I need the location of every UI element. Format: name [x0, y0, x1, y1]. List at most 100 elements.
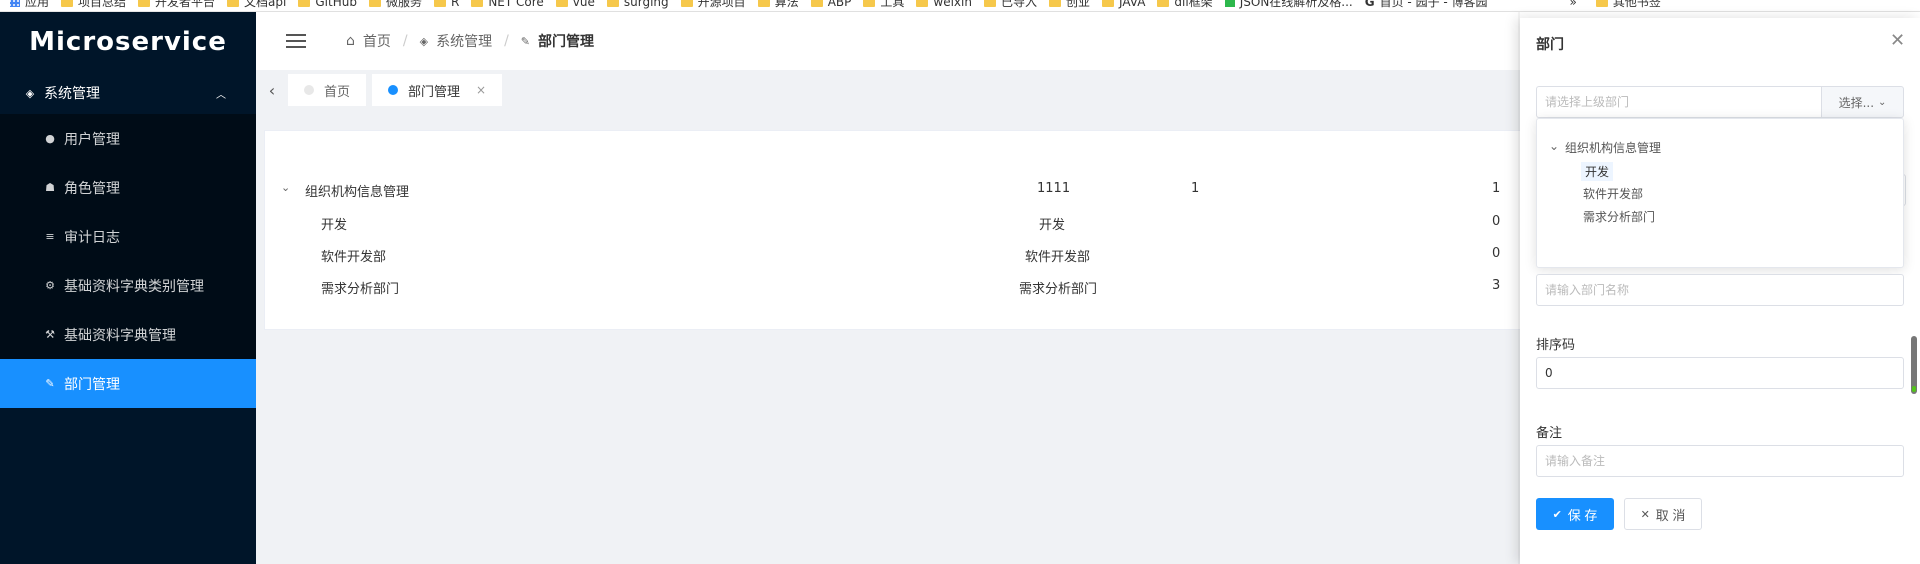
- dropdown-tree-root[interactable]: 组织机构信息管理: [1565, 139, 1661, 156]
- breadcrumb-separator: /: [402, 33, 408, 49]
- folder-icon: [606, 0, 619, 7]
- team-icon: ☗: [45, 181, 55, 194]
- remark-input[interactable]: [1536, 445, 1904, 477]
- menu-toggle-icon[interactable]: [286, 34, 306, 48]
- dept-name: 组织机构信息管理: [305, 185, 410, 200]
- folder-icon: [61, 0, 74, 7]
- sidebar-item-departments[interactable]: ✎ 部门管理: [0, 359, 256, 408]
- bookmark-folder[interactable]: R: [433, 0, 459, 10]
- close-icon[interactable]: ×: [476, 83, 486, 97]
- sidebar-item-label: 用户管理: [64, 131, 120, 148]
- home-icon: ⌂: [346, 33, 355, 49]
- bookmark-folder[interactable]: 开源项目: [680, 0, 746, 10]
- folder-icon: [1102, 0, 1114, 7]
- sidebar-item-dict-category[interactable]: ⚙ 基础资料字典类别管理: [0, 261, 256, 310]
- folder-icon: [298, 0, 311, 7]
- bookmark-folder[interactable]: 创业: [1048, 0, 1090, 10]
- layers-icon: ◈: [25, 86, 35, 100]
- gear-icon: ⚙: [45, 279, 55, 292]
- breadcrumb-separator: /: [504, 33, 509, 49]
- folder-icon: [555, 0, 568, 7]
- parent-dept-dropdown: ⌄ 组织机构信息管理 开发 软件开发部 需求分析部门: [1536, 118, 1904, 268]
- cancel-button-label: 取 消: [1655, 507, 1686, 523]
- folder-icon: [983, 0, 996, 7]
- dept-name: 软件开发部: [321, 250, 387, 265]
- folder-icon: [138, 0, 151, 7]
- bookmark-folder[interactable]: 算法: [757, 0, 799, 10]
- bookmark-folder[interactable]: 项目总结: [61, 0, 126, 10]
- bookmark-folder[interactable]: dll框架: [1157, 0, 1213, 10]
- dept-name: 需求分析部门: [321, 282, 400, 297]
- folder-icon: [1595, 0, 1608, 7]
- chevron-down-icon[interactable]: ⌄: [1549, 139, 1559, 153]
- bookmark-folder[interactable]: 已导入: [983, 0, 1037, 10]
- dept-count: 3: [1492, 278, 1501, 293]
- bookmark-folder[interactable]: GitHub: [298, 0, 357, 10]
- bookmark-apps[interactable]: 应用: [10, 0, 49, 10]
- chevron-double-right-icon: »: [1569, 0, 1577, 9]
- save-button-label: 保 存: [1567, 507, 1598, 523]
- bookmark-folder[interactable]: vue: [555, 0, 595, 10]
- blog-icon: G: [1364, 0, 1375, 9]
- folder-icon: [680, 0, 693, 7]
- folder-icon: [433, 0, 446, 7]
- bookmark-folder[interactable]: 开发者平台: [138, 0, 215, 10]
- dept-name-input[interactable]: [1536, 274, 1904, 306]
- folder-icon: [227, 0, 240, 7]
- sidebar-group-system[interactable]: ◈ 系统管理 ︿: [0, 72, 256, 114]
- tab-dot: [304, 85, 314, 95]
- breadcrumb-system[interactable]: 系统管理: [436, 31, 492, 51]
- bookmark-folder[interactable]: weixin: [916, 0, 972, 10]
- bookmark-folder[interactable]: ABP: [810, 0, 851, 10]
- dropdown-tree-item[interactable]: 开发: [1581, 162, 1614, 181]
- bookmark-folder[interactable]: » 其他书签: [1570, 0, 1661, 10]
- breadcrumb-home[interactable]: 首页: [363, 31, 391, 51]
- apps-icon: [10, 0, 20, 7]
- tab-label: 首页: [324, 84, 351, 100]
- folder-icon: [1048, 0, 1061, 7]
- layers-icon: ◈: [419, 34, 429, 48]
- select-parent-button[interactable]: 选择... ⌄: [1821, 86, 1904, 118]
- bookmark-folder[interactable]: 文档api: [227, 0, 286, 10]
- tab-dot: [388, 85, 399, 95]
- dept-name: 开发: [321, 218, 348, 233]
- close-icon[interactable]: ✕: [1890, 30, 1905, 51]
- bookmark-folder[interactable]: 工具: [863, 0, 904, 10]
- department-drawer: 部门 ✕ 选择... ⌄ ⌄ 组织机构信息管理 开发 软件开发部 需求分析部门 …: [1520, 18, 1920, 564]
- sidebar-item-audit-log[interactable]: ≡ 审计日志: [0, 212, 256, 261]
- sort-input[interactable]: [1536, 357, 1904, 389]
- sidebar-item-dict[interactable]: ⚒ 基础资料字典管理: [0, 310, 256, 359]
- folder-icon: [471, 0, 484, 7]
- bookmark-folder[interactable]: 微服务: [368, 0, 422, 10]
- app-logo: Microservice: [29, 27, 227, 57]
- folder-icon: [757, 0, 770, 7]
- remark-label: 备注: [1536, 426, 1563, 441]
- drawer-scrollbar[interactable]: [1911, 336, 1917, 394]
- dropdown-tree-item[interactable]: 需求分析部门: [1583, 208, 1655, 225]
- bookmark-folder[interactable]: JAVA: [1102, 0, 1145, 10]
- list-icon: ≡: [45, 230, 55, 243]
- wrench-icon: ✎: [45, 377, 55, 390]
- cancel-button[interactable]: ✕ 取 消: [1624, 498, 1702, 530]
- bookmark-link[interactable]: JSON在线解析及格...: [1224, 0, 1353, 10]
- parent-dept-select: 选择... ⌄: [1536, 86, 1904, 118]
- bookmark-folder[interactable]: NET Core: [471, 0, 544, 10]
- breadcrumb: ⌂ 首页 / ◈ 系统管理 / ✎ 部门管理: [346, 31, 594, 51]
- chevron-left-icon[interactable]: ‹: [262, 81, 282, 100]
- parent-dept-input[interactable]: [1536, 86, 1821, 118]
- chevron-down-icon[interactable]: ⌄: [281, 181, 290, 194]
- tab-home[interactable]: 首页: [288, 74, 367, 106]
- save-button[interactable]: ✔ 保 存: [1536, 498, 1614, 530]
- bookmark-link[interactable]: G 首页 - 园子 - 博客园: [1365, 0, 1488, 10]
- dropdown-tree-item[interactable]: 软件开发部: [1583, 185, 1643, 202]
- tab-departments[interactable]: 部门管理 ×: [372, 74, 503, 106]
- sidebar-item-label: 基础资料字典类别管理: [64, 278, 204, 295]
- bookmark-folder[interactable]: surging: [606, 0, 669, 10]
- sidebar-item-roles[interactable]: ☗ 角色管理: [0, 163, 256, 212]
- sidebar-item-users[interactable]: ● 用户管理: [0, 114, 256, 163]
- breadcrumb-current: 部门管理: [538, 34, 595, 50]
- bookmarks-bar: 应用 项目总结 开发者平台 文档api GitHub 微服务 R NET Cor…: [0, 0, 1920, 12]
- folder-icon: [810, 0, 823, 7]
- dept-code: 开发: [1039, 218, 1066, 233]
- check-circle-icon: ✔: [1552, 508, 1562, 521]
